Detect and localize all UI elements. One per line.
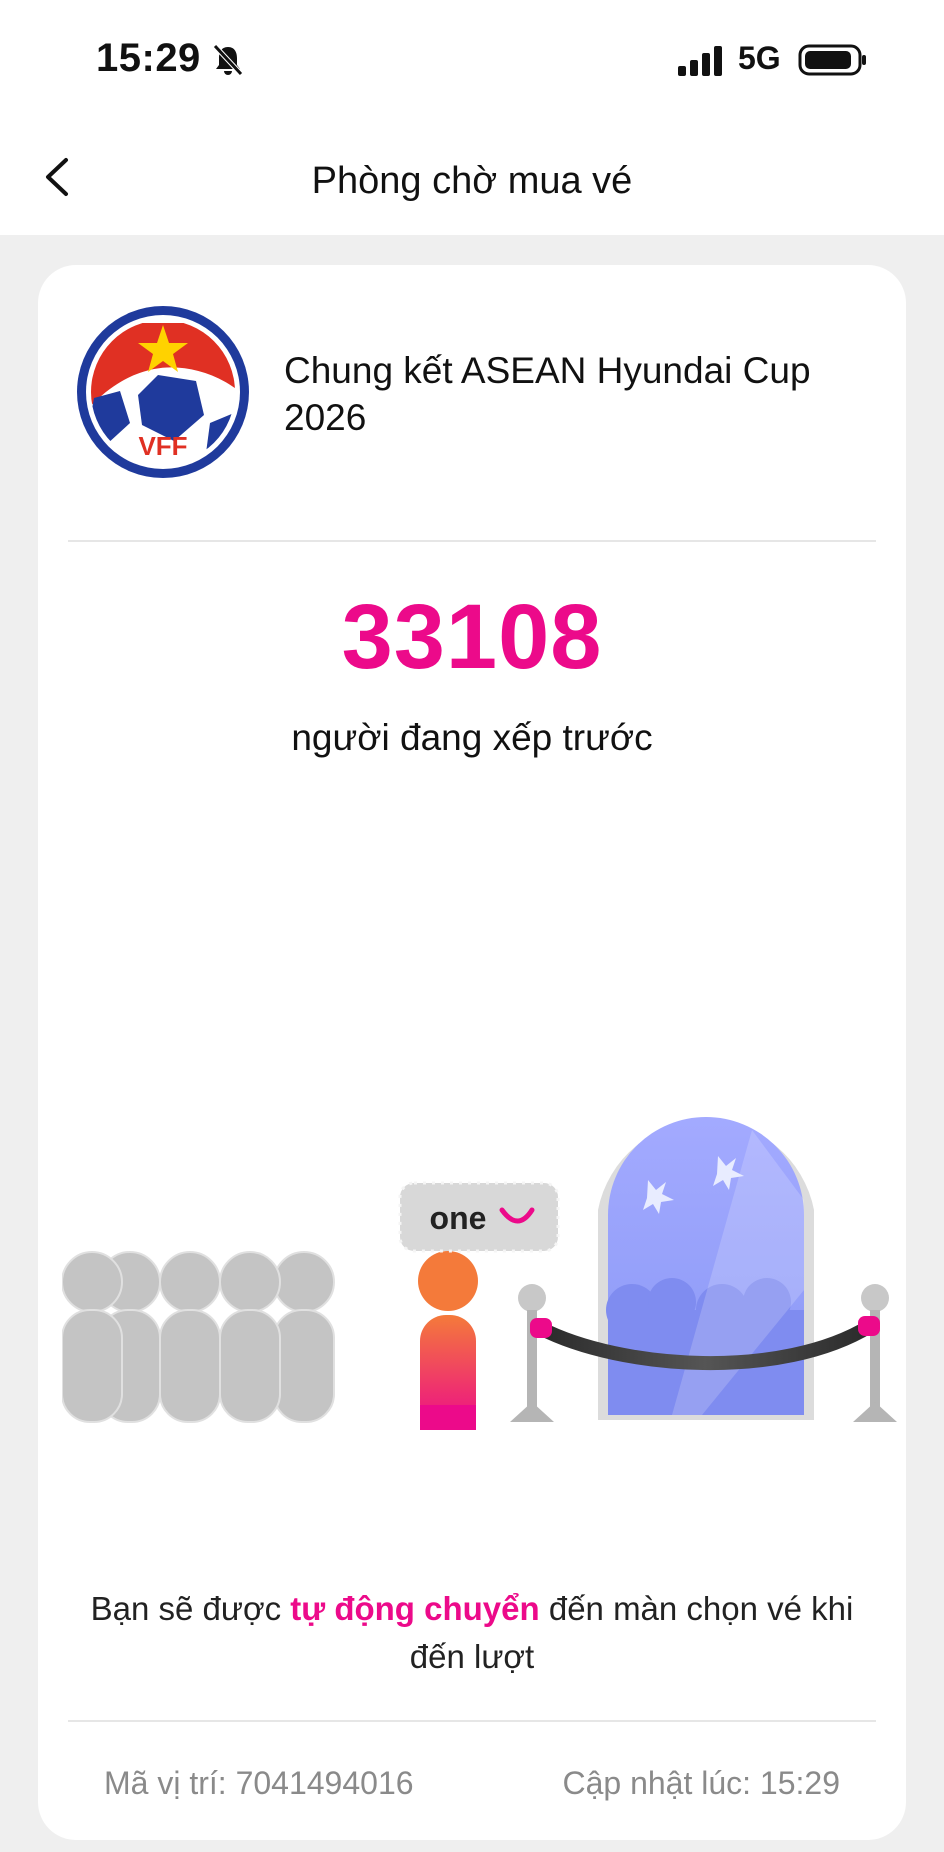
stanchion-right <box>853 1284 897 1422</box>
stanchion-left <box>510 1284 554 1422</box>
footer-divider <box>68 1720 876 1722</box>
position-code: Mã vị trí: 7041494016 <box>104 1765 414 1801</box>
user-figure <box>418 1251 478 1430</box>
notice-highlight: tự động chuyển <box>290 1590 540 1627</box>
queue-count: 33108 <box>341 586 603 688</box>
status-time: 15:29 <box>96 36 201 80</box>
vff-logo-text: VFF <box>138 431 187 461</box>
queue-illustration: one <box>62 1117 897 1430</box>
signal-icon <box>678 46 722 76</box>
event-title: Chung kết ASEAN Hyundai Cup 2026 <box>284 350 811 438</box>
queue-caption: người đang xếp trước <box>291 717 653 758</box>
network-label: 5G <box>738 40 781 76</box>
nav-bar: Phòng chờ mua vé <box>0 120 944 235</box>
battery-icon <box>798 44 866 76</box>
queue-card: VFF Chung kết ASEAN Hyundai Cup 2026 331… <box>38 265 906 1840</box>
one-brand-sign: one <box>398 1181 560 1253</box>
brand-text: one <box>430 1200 487 1236</box>
last-updated: Cập nhật lúc: 15:29 <box>562 1765 840 1801</box>
auto-redirect-notice: Bạn sẽ được tự động chuyển đến màn chọn … <box>78 1585 866 1681</box>
page-title: Phòng chờ mua vé <box>311 160 633 202</box>
crowd-group <box>62 1251 335 1423</box>
notice-text-1: Bạn sẽ được <box>90 1590 291 1627</box>
vff-logo: VFF <box>77 306 249 478</box>
bell-slash-icon <box>213 44 243 76</box>
divider <box>68 540 876 542</box>
status-bar: 15:29 5G <box>0 0 944 120</box>
door-illustration <box>598 1117 814 1420</box>
